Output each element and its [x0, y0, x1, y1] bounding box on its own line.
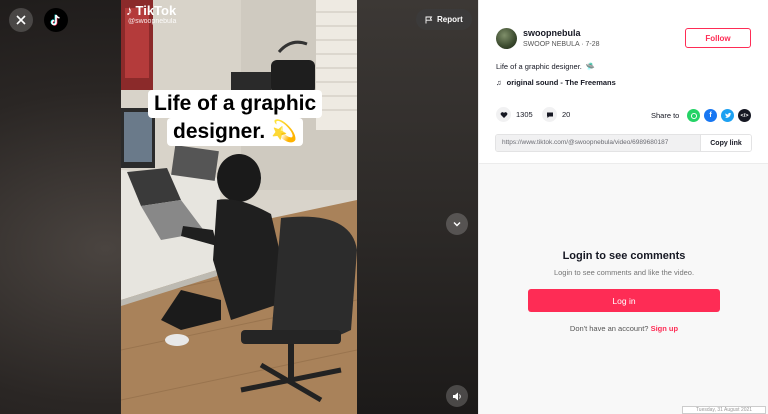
comment-count: 20 — [562, 110, 571, 119]
tiktok-note-icon: ♪ — [126, 3, 133, 18]
author-avatar[interactable] — [496, 28, 517, 49]
video-caption-line2: designer. 💫 — [167, 118, 304, 146]
comments-section: Login to see comments Login to see comme… — [479, 163, 768, 414]
login-prompt-subtitle: Login to see comments and like the video… — [553, 268, 695, 277]
tiktok-video-page: ♪ TikTok @swoopnebula Life of a graphic … — [0, 0, 768, 414]
comment-button[interactable] — [542, 107, 557, 122]
comment-stat[interactable]: 20 — [542, 107, 570, 122]
facebook-icon: f — [709, 112, 712, 119]
signup-link[interactable]: Sign up — [651, 324, 679, 333]
heart-icon — [500, 111, 507, 118]
signup-row: Don't have an account? Sign up — [479, 324, 768, 333]
twitter-bird-icon — [724, 112, 731, 118]
tiktok-logo-button[interactable] — [44, 8, 68, 32]
post-description-text: Life of a graphic designer. — [496, 62, 582, 71]
video-caption-line1: Life of a graphic — [148, 90, 323, 118]
video-link-url[interactable]: https://www.tiktok.com/@swoopnebula/vide… — [496, 135, 700, 151]
report-button[interactable]: Report — [416, 9, 472, 30]
close-icon — [16, 15, 26, 25]
post-description: Life of a graphic designer. 🛸 — [496, 62, 595, 71]
post-description-emoji: 🛸 — [585, 62, 596, 71]
video-blur-background — [357, 0, 478, 414]
next-video-button[interactable] — [446, 213, 468, 235]
comment-icon — [546, 112, 553, 118]
like-stat[interactable]: 1305 — [496, 107, 533, 122]
tiktok-watermark: ♪ TikTok @swoopnebula — [126, 3, 176, 25]
tiktok-logo-icon — [50, 14, 60, 26]
like-count: 1305 — [516, 110, 533, 119]
video-player[interactable]: ♪ TikTok @swoopnebula Life of a graphic … — [0, 0, 478, 414]
video-link-box: https://www.tiktok.com/@swoopnebula/vide… — [495, 134, 752, 152]
speaker-icon — [452, 392, 461, 400]
watermark-brand: TikTok — [135, 3, 177, 18]
volume-button[interactable] — [446, 385, 468, 407]
embed-code-icon: </> — [740, 112, 749, 119]
share-twitter-button[interactable] — [721, 109, 734, 122]
watermark-handle: @swoopnebula — [128, 18, 177, 25]
close-button[interactable] — [9, 8, 33, 32]
share-embed-button[interactable]: </> — [738, 109, 751, 122]
video-scene-image — [121, 0, 357, 414]
post-date: 7-28 — [585, 41, 600, 48]
author-display-name: SWOOP NEBULA — [523, 41, 580, 48]
chevron-down-icon — [453, 222, 461, 227]
login-prompt-title: Login to see comments — [562, 250, 686, 262]
author-subline: SWOOP NEBULA · 7-28 — [523, 41, 600, 48]
sound-title: original sound - The Freemans — [506, 78, 616, 87]
music-note-icon: ♫ — [496, 78, 502, 87]
post-details-panel: swoopnebula SWOOP NEBULA · 7-28 Follow L… — [478, 0, 768, 414]
sound-link[interactable]: ♫ original sound - The Freemans — [496, 78, 616, 87]
like-button[interactable] — [496, 107, 511, 122]
video-frame[interactable] — [121, 0, 357, 414]
copy-link-button[interactable]: Copy link — [700, 135, 751, 151]
report-label: Report — [437, 15, 463, 24]
login-button[interactable]: Log in — [528, 289, 720, 312]
share-facebook-button[interactable]: f — [704, 109, 717, 122]
date-stamp: Tuesday, 31 August 2021 — [682, 406, 766, 414]
follow-button[interactable]: Follow — [685, 28, 751, 48]
whatsapp-icon — [690, 112, 697, 119]
flag-icon — [425, 16, 433, 23]
share-label: Share to — [651, 111, 680, 120]
no-account-text: Don't have an account? — [569, 324, 649, 333]
author-username[interactable]: swoopnebula — [523, 28, 581, 38]
share-whatsapp-button[interactable] — [687, 109, 700, 122]
